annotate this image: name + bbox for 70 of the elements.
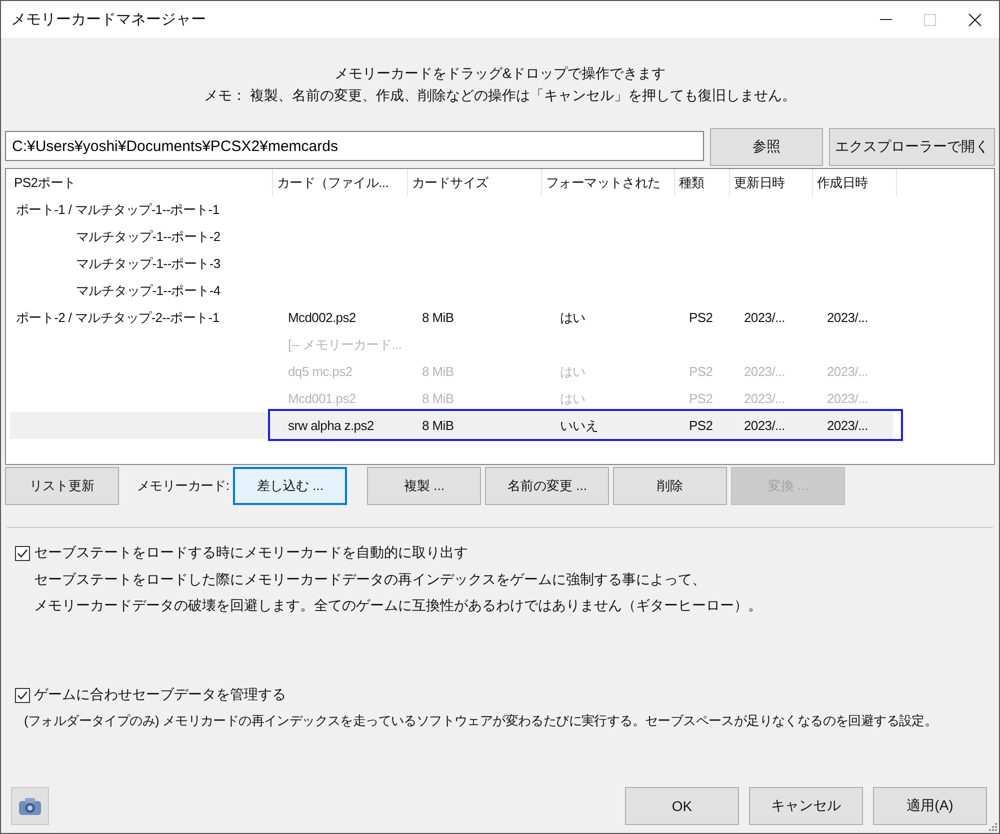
path-field[interactable]: C:¥Users¥yoshi¥Documents¥PCSX2¥memcards — [5, 131, 704, 161]
column-header[interactable]: フォーマットされた — [542, 169, 675, 196]
action-button[interactable]: 名前の変更 ... — [485, 467, 610, 505]
table-cell: [-- メモリーカード... — [288, 336, 402, 352]
table-cell: 2023/... — [744, 310, 785, 325]
notice-text: メモリーカードをドラッグ&ドロップで操作できます — [334, 64, 666, 83]
table-cell: マルチタップ-1--ポート-3 — [76, 256, 220, 270]
resize-grip-icon[interactable] — [989, 823, 997, 831]
maximize-icon — [924, 14, 936, 26]
table-cell: 2023/... — [827, 364, 868, 379]
table-cell: PS2 — [689, 418, 713, 433]
notice-text: メモ： 複製、名前の変更、作成、削除などの操作は「キャンセル」を押しても復旧しません。 — [204, 86, 796, 105]
table-row[interactable]: ポート-2 / マルチタップ-2--ポート-1 Mcd002.ps2 8 MiB はい PS2 2023/... 2023/... — [10, 304, 893, 331]
table-cell: Mcd002.ps2 — [288, 310, 356, 325]
column-header[interactable]: カード（ファイル... — [273, 169, 408, 196]
table-cell: いいえ — [560, 418, 598, 432]
table-cell: 2023/... — [744, 418, 785, 433]
table-cell: dq5 mc.ps2 — [288, 364, 352, 379]
table-cell: 8 MiB — [422, 310, 454, 325]
open-explorer-button[interactable]: エクスプローラーで開く — [829, 128, 995, 166]
option-label[interactable]: ゲームに合わせセーブデータを管理する — [34, 686, 286, 704]
camera-icon — [18, 796, 42, 816]
checkbox[interactable] — [15, 688, 30, 702]
table-cell: PS2 — [689, 310, 713, 325]
action-button[interactable]: 複製 ... — [367, 467, 482, 505]
option-description: セーブステートをロードした際にメモリーカードデータの再インデックスをゲームに強制する事によって、 — [33, 570, 707, 589]
table-cell: はい — [560, 390, 586, 406]
column-header[interactable]: 作成日時 — [813, 169, 897, 196]
column-header[interactable]: カードサイズ — [408, 169, 542, 196]
window-title: メモリーカードマネージャー — [11, 10, 206, 29]
table-cell: PS2 — [689, 391, 713, 406]
option-description: (フォルダータイプのみ) メモリカードの再インデックスを走っているソフトウェアが変わるたびに実行する。セーブスペースが足りなくなるのを回避する設定。 — [23, 712, 938, 730]
column-header[interactable]: 種類 — [675, 169, 730, 196]
table-cell: Mcd001.ps2 — [288, 391, 356, 406]
option-label[interactable]: セーブステートをロードする時にメモリーカードを自動的に取り出す — [34, 544, 468, 562]
cancel-button[interactable]: キャンセル — [749, 787, 863, 825]
column-header[interactable]: 更新日時 — [730, 169, 813, 196]
table-cell: 2023/... — [827, 310, 868, 325]
table-row[interactable]: ポート-1 / マルチタップ-1--ポート-1 — [10, 196, 893, 223]
action-button[interactable]: 削除 — [613, 467, 728, 505]
app-icon-button[interactable] — [11, 787, 49, 825]
table-cell: srw alpha z.ps2 — [288, 418, 374, 433]
table-cell: 8 MiB — [422, 418, 454, 433]
table-cell: ポート-2 / マルチタップ-2--ポート-1 — [16, 310, 220, 324]
table-cell: はい — [560, 310, 586, 324]
checkbox[interactable] — [15, 546, 30, 560]
action-button[interactable]: 差し込む ... — [233, 467, 348, 505]
apply-button[interactable]: 適用(A) — [873, 787, 987, 825]
table-cell: 2023/... — [827, 391, 868, 406]
table-cell: 2023/... — [744, 364, 785, 379]
table-cell: マルチタップ-1--ポート-2 — [76, 228, 220, 244]
action-button[interactable]: リスト更新 — [5, 467, 119, 505]
table-cell: 2023/... — [744, 391, 785, 406]
table-cell: 2023/... — [827, 418, 868, 433]
table-cell: はい — [560, 364, 586, 378]
table-row[interactable]: マルチタップ-1--ポート-4 — [10, 277, 893, 304]
table-cell: マルチタップ-1--ポート-4 — [76, 282, 220, 298]
table-cell: 8 MiB — [422, 364, 454, 379]
table-row[interactable]: マルチタップ-1--ポート-2 — [10, 223, 893, 250]
option-description: メモリーカードデータの破壊を回避します。全てのゲームに互換性があるわけではありません（ギターヒーロー）。 — [33, 596, 763, 615]
browse-button[interactable]: 参照 — [710, 128, 824, 166]
table-row[interactable]: マルチタップ-1--ポート-3 — [10, 250, 893, 277]
close-icon[interactable] — [968, 12, 982, 26]
table-cell: 8 MiB — [422, 391, 454, 406]
table-cell: ポート-1 / マルチタップ-1--ポート-1 — [16, 202, 220, 216]
table-cell: PS2 — [689, 364, 713, 379]
minimize-icon[interactable] — [880, 18, 892, 20]
column-header[interactable]: PS2ポート — [10, 169, 273, 196]
memory-card-label: メモリーカード: — [137, 477, 230, 495]
ok-button[interactable]: OK — [625, 787, 739, 825]
